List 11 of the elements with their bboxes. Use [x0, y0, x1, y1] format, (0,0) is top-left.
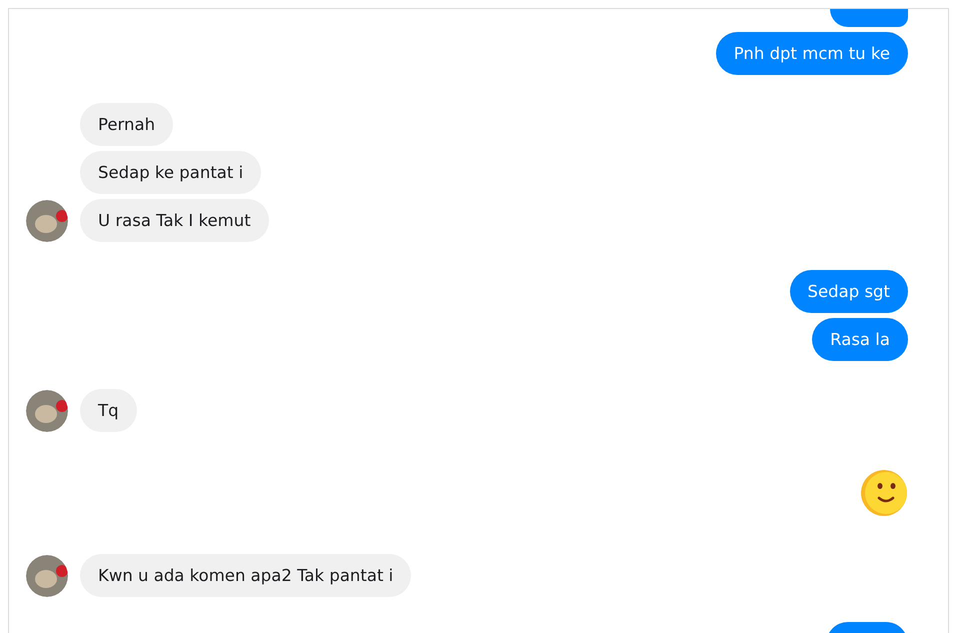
message-bubble: Pnh dpt mcm tu ke: [716, 32, 908, 75]
message-bubble: Tq: [80, 389, 137, 432]
message-bubble: Rasa la: [812, 318, 908, 361]
message-bubble: Pernah: [80, 103, 174, 146]
message-bubble: Sedap ke pantat i: [80, 151, 262, 194]
message-bubble: Sedap sgt: [790, 270, 908, 313]
avatar-icon: [26, 200, 68, 242]
message-bubble: Kwn u ada komen apa2 Tak pantat i: [80, 554, 412, 597]
avatar-icon: [26, 555, 68, 597]
message-bubble: U rasa Tak I kemut: [80, 199, 269, 242]
avatar-icon: [26, 390, 68, 432]
